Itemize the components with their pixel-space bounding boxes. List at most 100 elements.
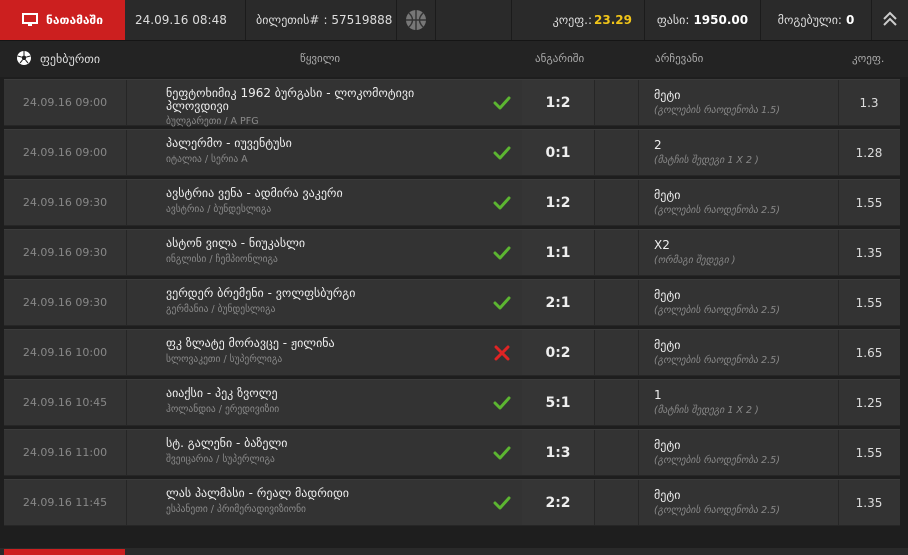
match-score: 1:2 [522,180,595,225]
soccer-ball-icon [16,50,32,69]
match-datetime: 24.09.16 09:30 [4,180,127,225]
match-title: ლას პალმასი - რეალ მადრიდი [166,486,350,500]
match-event: ლას პალმასი - რეალ მადრიდი ესპანეთი / პრი… [126,480,523,525]
match-datetime: 24.09.16 10:45 [4,380,127,425]
match-event: აიაქსი - პეკ ზვოლე ჰოლანდია / ერედივიზიი [126,380,523,425]
row-spacer [594,430,639,475]
match-title: ავსტრია ვენა - ადმირა ვაკერი [166,186,343,200]
total-coef-value: 23.29 [594,13,632,27]
match-league: გერმანია / ბუნდესლიგა [166,304,276,315]
match-event: სტ. გალენი - ბაზელი შვეიცარია / სუპერლიგა [126,430,523,475]
row-spacer [594,480,639,525]
choice-market: (მატჩის შედეგი 1 X 2 ) [654,155,759,166]
collapse-button[interactable] [872,0,908,40]
choice-value: მეტი [654,188,681,202]
choice-market: (მატჩის შედეგი 1 X 2 ) [654,405,759,416]
match-score: 1:2 [522,80,595,125]
bet-coef: 1.55 [855,195,883,210]
row-spacer [594,230,639,275]
ticket-price: ფასი: 1950.00 [645,0,761,40]
match-datetime: 24.09.16 11:45 [4,480,127,525]
checkmark-icon [492,493,512,513]
row-spacer [594,380,639,425]
bet-choice: მეტი (გოლების რაოდენობა 1.5) [638,80,839,125]
match-title: პალერმო - იუვენტუსი [166,136,292,150]
bet-coef: 1.25 [855,395,883,410]
checkmark-icon [492,93,512,113]
bottom-tab[interactable] [4,549,125,555]
choice-value: X2 [654,238,670,252]
played-tab[interactable]: ნათამაში [0,0,125,40]
choice-value: მეტი [654,88,681,102]
ticket-win: მოგებული: 0 [761,0,872,40]
match-score: 1:1 [522,230,595,275]
choice-market: (გოლების რაოდენობა 2.5) [654,505,780,516]
ticket-number-label: ბილეთის# [256,13,320,27]
bet-choice: მეტი (გოლების რაოდენობა 2.5) [638,330,839,375]
ticket-win-label: მოგებული: [777,13,842,27]
row-spacer [594,180,639,225]
double-chevron-up-icon [882,11,898,30]
bet-row: 24.09.16 11:00 სტ. გალენი - ბაზელი შვეიცარ… [4,429,900,476]
choice-market: (გოლების რაოდენობა 2.5) [654,305,780,316]
ticket-topbar: ნათამაში 24.09.16 08:48 ბილეთის# : 57519… [0,0,908,41]
match-datetime: 24.09.16 09:30 [4,230,127,275]
choice-market: (გოლების რაოდენობა 2.5) [654,205,780,216]
bottom-bar [0,548,908,555]
match-league: ბულგარეთი / A PFG [166,116,259,127]
checkmark-icon [492,393,512,413]
sport-name: ფეხბურთი [40,52,101,66]
match-score: 0:2 [522,330,595,375]
match-title: სტ. გალენი - ბაზელი [166,436,288,450]
choice-market: (გოლების რაოდენობა 2.5) [654,455,780,466]
bet-choice: მეტი (გოლების რაოდენობა 2.5) [638,430,839,475]
basketball-icon[interactable] [397,0,436,40]
bet-choice: მეტი (გოლების რაოდენობა 2.5) [638,280,839,325]
choice-value: მეტი [654,288,681,302]
total-coef-label: კოეფ.: [552,13,593,27]
bet-choice: 1 (მატჩის შედეგი 1 X 2 ) [638,380,839,425]
checkmark-icon [492,143,512,163]
match-score: 1:3 [522,430,595,475]
row-spacer [594,80,639,125]
match-league: იტალია / სერია A [166,154,248,165]
choice-value: 1 [654,388,662,402]
match-score: 2:1 [522,280,595,325]
match-event: ფკ ზლატე მორავცე - ჟილინა სლოვაკეთი / სუპ… [126,330,523,375]
match-title: აიაქსი - პეკ ზვოლე [166,386,278,400]
monitor-icon [22,13,39,27]
choice-market: (გოლების რაოდენობა 1.5) [654,105,780,116]
bet-coef: 1.65 [855,345,883,360]
checkmark-icon [492,293,512,313]
match-event: ვერდერ ბრემენი - ვოლფსბურგი გერმანია / ბუ… [126,280,523,325]
row-spacer [594,130,639,175]
ticket-number-value: 57519888 [331,13,393,27]
match-event: ნეფტოხიმიკ 1962 ბურგასი - ლოკომოტივი პლო… [126,80,523,127]
bet-coef: 1.3 [859,95,879,110]
bet-row: 24.09.16 09:00 პალერმო - იუვენტუსი იტალია … [4,129,900,176]
ticket-win-value: 0 [845,13,855,27]
choice-value: მეტი [654,488,681,502]
ticket-price-value: 1950.00 [693,13,749,27]
bet-choice: X2 (ორმაგი შედეგი ) [638,230,839,275]
bet-coef: 1.35 [855,245,883,260]
bet-coef: 1.28 [855,145,883,160]
ticket-datetime: 24.09.16 08:48 [125,0,246,40]
match-title: ნეფტოხიმიკ 1962 ბურგასი - ლოკომოტივი პლო… [166,86,415,113]
bet-row: 24.09.16 09:00 ნეფტოხიმიკ 1962 ბურგასი - … [4,79,900,127]
match-datetime: 24.09.16 09:00 [4,130,127,175]
bet-coef: 1.55 [855,295,883,310]
checkmark-icon [492,193,512,213]
match-league: სლოვაკეთი / სუპერლიგა [166,354,283,365]
match-event: ავსტრია ვენა - ადმირა ვაკერი ავსტრია / ბუ… [126,180,523,225]
bet-row: 24.09.16 09:30 ასტონ ვილა - ნიუკასლი ინგლი… [4,229,900,276]
header-coef: კოეფ. [852,52,885,65]
header-choice: არჩევანი [655,52,704,65]
choice-value: მეტი [654,338,681,352]
match-datetime: 24.09.16 11:00 [4,430,127,475]
checkmark-icon [492,243,512,263]
bet-row: 24.09.16 11:45 ლას პალმასი - რეალ მადრიდი… [4,479,900,526]
match-league: ჰოლანდია / ერედივიზიი [166,404,280,415]
bet-row: 24.09.16 10:00 ფკ ზლატე მორავცე - ჟილინა ს… [4,329,900,376]
ticket-number-sep: : [323,13,328,27]
